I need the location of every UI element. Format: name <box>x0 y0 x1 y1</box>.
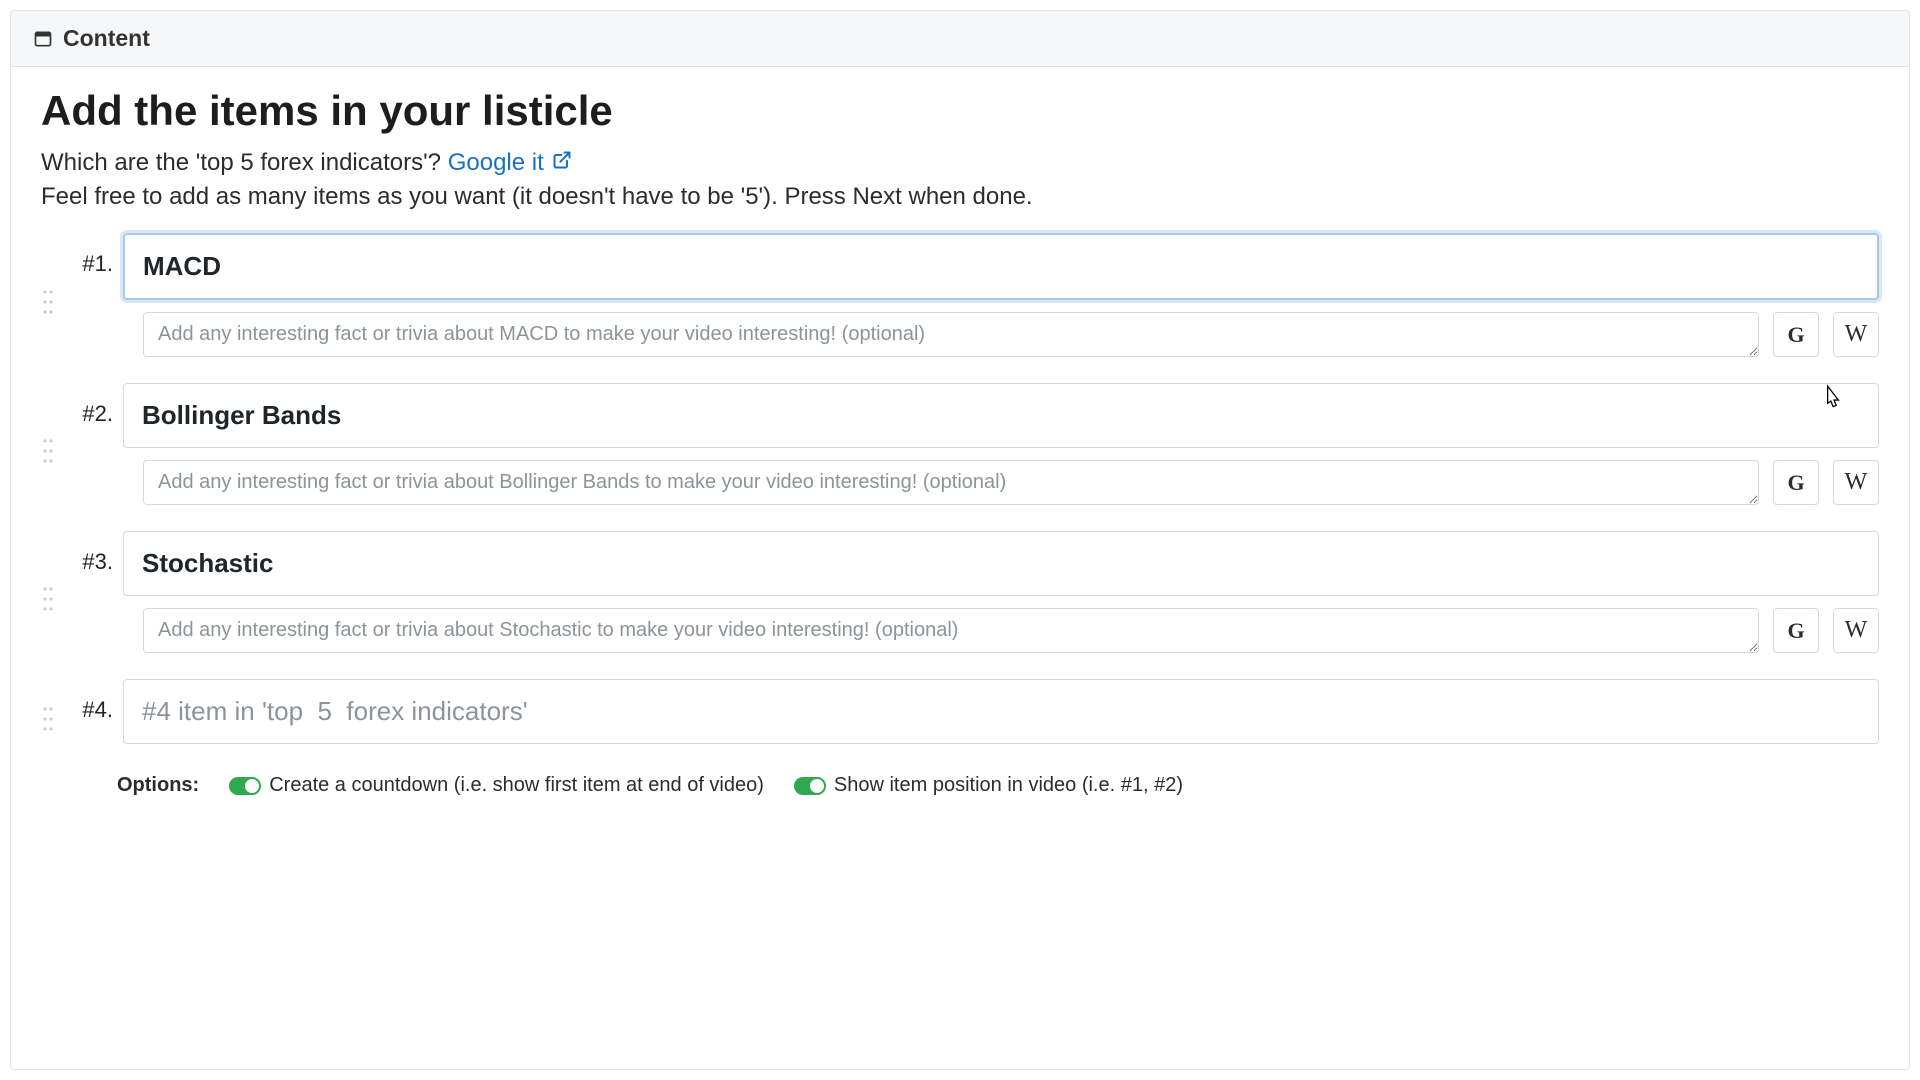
hint-text: Feel free to add as many items as you wa… <box>41 183 1879 211</box>
item-number-label: #3. <box>65 531 113 575</box>
google-icon: G <box>1787 618 1804 644</box>
trivia-row: GW <box>123 608 1879 653</box>
content-card: Content Add the items in your listicle W… <box>10 10 1910 1070</box>
item-trivia-input[interactable] <box>143 608 1759 653</box>
search-wikipedia-button[interactable]: W <box>1833 312 1879 357</box>
trivia-row: GW <box>123 460 1879 505</box>
question-text: Which are the 'top 5 forex indicators'? <box>41 149 441 176</box>
window-icon <box>33 29 53 49</box>
external-link-icon <box>552 150 572 170</box>
item-title-input[interactable] <box>123 531 1879 596</box>
google-it-text: Google it <box>448 149 544 177</box>
card-body: Add the items in your listicle Which are… <box>11 67 1909 827</box>
item-trivia-input[interactable] <box>143 312 1759 357</box>
toggle-countdown-label: Create a countdown (i.e. show first item… <box>269 774 764 797</box>
item-number-label: #4. <box>65 679 113 723</box>
page-title: Add the items in your listicle <box>41 87 1879 135</box>
card-header: Content <box>11 11 1909 67</box>
item-trivia-input[interactable] <box>143 460 1759 505</box>
item-body: GW <box>123 233 1879 357</box>
item-number-label: #2. <box>65 383 113 427</box>
toggle-countdown[interactable]: Create a countdown (i.e. show first item… <box>229 774 764 797</box>
item-body: GW <box>123 531 1879 653</box>
google-icon: G <box>1787 322 1804 348</box>
list-item: #4. <box>41 679 1879 744</box>
search-wikipedia-button[interactable]: W <box>1833 460 1879 505</box>
toggle-show-position[interactable]: Show item position in video (i.e. #1, #2… <box>794 774 1183 797</box>
item-body: GW <box>123 383 1879 505</box>
search-google-button[interactable]: G <box>1773 312 1819 357</box>
item-title-input[interactable] <box>123 233 1879 300</box>
item-title-input[interactable] <box>123 679 1879 744</box>
search-google-button[interactable]: G <box>1773 608 1819 653</box>
google-icon: G <box>1787 470 1804 496</box>
toggle-show-position-label: Show item position in video (i.e. #1, #2… <box>834 774 1183 797</box>
list-item: #2.GW <box>41 383 1879 505</box>
wikipedia-icon: W <box>1845 469 1868 496</box>
drag-handle-icon[interactable] <box>41 383 55 505</box>
search-wikipedia-button[interactable]: W <box>1833 608 1879 653</box>
google-it-link[interactable]: Google it <box>448 149 572 177</box>
wikipedia-icon: W <box>1845 617 1868 644</box>
drag-handle-icon[interactable] <box>41 233 55 357</box>
item-body <box>123 679 1879 744</box>
card-header-title: Content <box>63 25 150 52</box>
drag-handle-icon[interactable] <box>41 679 55 744</box>
subtitle-line: Which are the 'top 5 forex indicators'? … <box>41 149 1879 177</box>
trivia-row: GW <box>123 312 1879 357</box>
drag-handle-icon[interactable] <box>41 531 55 653</box>
list-item: #3.GW <box>41 531 1879 653</box>
item-number-label: #1. <box>65 233 113 277</box>
search-google-button[interactable]: G <box>1773 460 1819 505</box>
item-title-input[interactable] <box>123 383 1879 448</box>
wikipedia-icon: W <box>1845 321 1868 348</box>
options-label: Options: <box>117 774 199 797</box>
toggle-switch-icon <box>229 777 261 795</box>
items-list: #1.GW#2.GW#3.GW#4. <box>41 233 1879 744</box>
toggle-switch-icon <box>794 777 826 795</box>
options-row: Options: Create a countdown (i.e. show f… <box>117 774 1879 797</box>
list-item: #1.GW <box>41 233 1879 357</box>
